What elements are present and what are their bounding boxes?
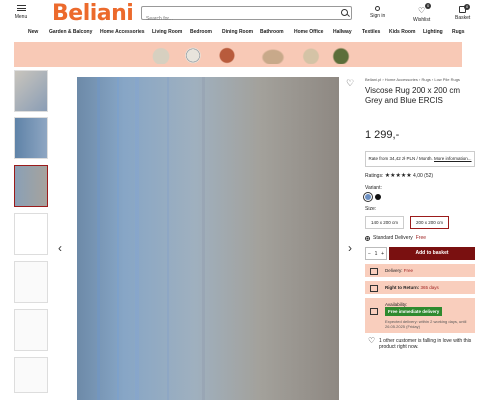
size-option-selected[interactable]: 200 x 200 cm	[410, 216, 450, 229]
thumbnail[interactable]	[14, 70, 48, 112]
swatch-black[interactable]	[375, 194, 381, 200]
variant-swatches	[363, 192, 475, 202]
product-main-image[interactable]	[77, 77, 339, 400]
thumbnail[interactable]	[14, 261, 48, 303]
search-icon[interactable]	[341, 9, 348, 16]
search-bar[interactable]	[141, 6, 352, 25]
size-label: Size:	[365, 206, 377, 212]
product-title: Viscose Rug 200 x 200 cm Grey and Blue E…	[365, 86, 461, 105]
nav-item-lighting[interactable]: Lighting	[423, 29, 443, 35]
nav-item-bedroom[interactable]: Bedroom	[190, 29, 212, 35]
heart-icon: ♡ 0	[418, 3, 432, 15]
basket-button[interactable]: 0 Basket	[455, 4, 471, 21]
ratings-label: Ratings:	[365, 173, 384, 179]
calendar-icon	[370, 308, 378, 315]
delivery-option-price: Free	[415, 235, 427, 241]
delivery-info: Delivery: Free	[365, 264, 475, 277]
nav-item-textiles[interactable]: Textiles	[362, 29, 380, 35]
truck-icon	[370, 268, 378, 275]
radio-selected-icon[interactable]	[365, 235, 370, 241]
quantity-stepper[interactable]: − 1 +	[365, 247, 387, 260]
breadcrumb[interactable]: Beliani.pl › Home Accessories › Rugs › L…	[365, 77, 475, 82]
return-info: Right to Return: 365 days	[365, 281, 475, 294]
minus-icon[interactable]: −	[368, 251, 371, 257]
promo-teapot-image	[256, 45, 290, 64]
plus-icon[interactable]: +	[381, 251, 384, 257]
installment-text: Rate from 34,42 zł PLN / Month.	[368, 156, 433, 161]
promo-banner[interactable]	[14, 42, 462, 67]
delivery-option-label: Standard Delivery	[373, 235, 413, 241]
nav-item-dining-room[interactable]: Dining Room	[222, 29, 253, 35]
signin-label: Sign in	[370, 13, 386, 19]
return-value: 365 days	[420, 285, 439, 290]
star-rating-icon: ★★★★★	[384, 173, 412, 179]
installment-more-link[interactable]: More information...	[434, 156, 472, 161]
quantity-value[interactable]: 1	[375, 251, 378, 257]
nav-item-bathroom[interactable]: Bathroom	[260, 29, 284, 35]
wishlist-button[interactable]: ♡ 0 Wishlist	[413, 3, 432, 23]
availability-info: Availability: Free immediate delivery Ex…	[365, 298, 475, 333]
delivery-value: Free	[403, 268, 414, 273]
size-option[interactable]: 140 x 200 cm	[365, 216, 405, 229]
wishlist-heart-icon[interactable]: ♡	[346, 78, 354, 89]
promo-bowl-image	[330, 45, 352, 64]
variant-label: Variant:	[365, 185, 382, 191]
search-input[interactable]	[142, 13, 332, 25]
interest-note-text: 1 other customer is falling in love with…	[379, 338, 472, 350]
size-options: 140 x 200 cm 200 x 200 cm	[365, 216, 475, 229]
basket-count-badge: 0	[464, 4, 471, 10]
installment-box: Rate from 34,42 zł PLN / Month. More inf…	[365, 151, 475, 167]
add-to-basket-button[interactable]: Add to basket	[389, 247, 475, 260]
menu-button[interactable]: Menu	[11, 5, 31, 20]
delivery-label: Delivery:	[385, 268, 403, 273]
thumbnail[interactable]	[14, 117, 48, 159]
next-image-arrow-icon[interactable]: ›	[348, 241, 352, 255]
signin-button[interactable]: Sign in	[370, 6, 385, 19]
promo-vase-image	[152, 45, 170, 64]
ratings-row[interactable]: Ratings: ★★★★★ 4,00 (52)	[365, 172, 475, 179]
thumbnail[interactable]	[14, 213, 48, 255]
product-price: 1 299,-	[365, 129, 400, 141]
nav-item-rugs[interactable]: Rugs	[452, 29, 465, 35]
product-info-panel: Beliani.pl › Home Accessories › Rugs › L…	[363, 77, 475, 351]
return-icon	[370, 285, 378, 292]
nav-item-hallway[interactable]: Hallway	[333, 29, 352, 35]
nav-item-kids-room[interactable]: Kids Room	[389, 29, 415, 35]
rating-score: 4,00 (52)	[413, 173, 434, 179]
cart-row: − 1 + Add to basket	[365, 247, 475, 260]
promo-vase-image	[218, 45, 236, 64]
return-label: Right to Return:	[385, 285, 420, 290]
swatch-blue[interactable]	[363, 192, 373, 202]
interest-note: ♡ 1 other customer is falling in love wi…	[365, 336, 475, 351]
menu-label: Menu	[14, 14, 28, 20]
hamburger-icon	[16, 5, 26, 11]
nav-item-living-room[interactable]: Living Room	[152, 29, 182, 35]
availability-badge: Free immediate delivery	[385, 307, 443, 316]
nav-item-home-accessories[interactable]: Home Accessories	[100, 29, 145, 35]
promo-vase-image	[184, 45, 202, 64]
site-header: Menu Beliani Sign in ♡0 Wishlist 0 Baske…	[0, 0, 480, 26]
standard-delivery-option[interactable]: Standard Delivery Free	[365, 235, 475, 241]
bag-icon: 0	[459, 4, 471, 13]
thumbnail[interactable]	[14, 357, 48, 393]
wishlist-count-badge: 0	[425, 3, 432, 9]
nav-item-new[interactable]: New	[28, 29, 38, 35]
thumbnail-active[interactable]	[14, 165, 48, 207]
nav-item-home-office[interactable]: Home Office	[294, 29, 323, 35]
heart-hand-icon: ♡	[368, 336, 376, 345]
category-nav: New Garden & Balcony Home Accessories Li…	[0, 27, 480, 39]
beliani-logo[interactable]: Beliani	[52, 1, 134, 26]
expected-delivery-text: Expected delivery: within 2 working days…	[385, 319, 467, 329]
nav-item-garden[interactable]: Garden & Balcony	[49, 29, 92, 35]
promo-vase-image	[302, 45, 320, 64]
thumbnail[interactable]	[14, 309, 48, 351]
wishlist-label: Wishlist	[413, 17, 431, 23]
basket-label: Basket	[455, 15, 471, 21]
user-icon	[375, 6, 381, 11]
prev-image-arrow-icon[interactable]: ‹	[58, 241, 62, 255]
